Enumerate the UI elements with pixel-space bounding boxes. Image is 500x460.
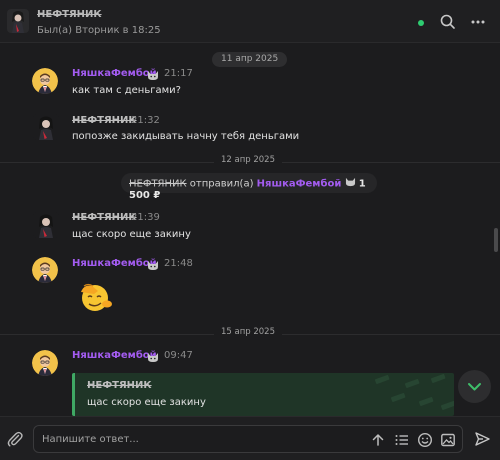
- message-list[interactable]: 11 апр 2025 НяшкаФембой 21:17 как там с …: [0, 44, 500, 416]
- divider: [282, 162, 500, 163]
- reply-author: НЕФТЯНИК: [87, 380, 152, 391]
- search-icon[interactable]: [439, 13, 457, 31]
- image-icon[interactable]: [440, 432, 456, 448]
- list-icon[interactable]: [394, 432, 410, 448]
- composer-bar: [0, 416, 500, 460]
- message-time: 21:39: [131, 212, 160, 223]
- message-time: 21:32: [131, 115, 160, 126]
- divider: [0, 334, 214, 335]
- last-seen-status: Был(а) Вторник в 18:25: [37, 25, 161, 36]
- message-author[interactable]: НяшкаФембой: [72, 350, 157, 361]
- message-author[interactable]: НяшкаФембой: [72, 258, 157, 269]
- date-pill: 11 апр 2025: [212, 52, 288, 67]
- cat-badge-icon: [345, 177, 356, 190]
- date-label: 15 апр 2025: [220, 327, 275, 337]
- message-author[interactable]: НЕФТЯНИК: [72, 212, 137, 223]
- emoji-icon[interactable]: [417, 432, 433, 448]
- transfer-verb: отправил(а): [189, 178, 254, 190]
- cat-badge-icon: [147, 260, 159, 271]
- divider: [0, 162, 214, 163]
- message-time: 09:47: [164, 350, 193, 361]
- cat-badge-icon: [147, 70, 159, 81]
- online-indicator: [418, 20, 424, 26]
- cat-badge-icon: [147, 352, 159, 363]
- message-text: попозже закидывать начну тебя деньгами: [72, 131, 300, 142]
- date-separator: 12 апр 2025: [0, 155, 500, 169]
- contact-avatar[interactable]: [7, 9, 29, 33]
- chat-header: НЕФТЯНИК Был(а) Вторник в 18:25: [0, 0, 500, 43]
- transfer-recipient[interactable]: НяшкаФембой: [257, 179, 342, 190]
- more-vertical-icon[interactable]: [469, 13, 487, 31]
- message-text: щас скоро еще закину: [72, 229, 191, 240]
- transfer-text: НЕФТЯНИК отправил(а) НяшкаФембой 1 500 ₽: [129, 177, 377, 201]
- avatar[interactable]: [32, 68, 58, 94]
- message-author[interactable]: НЕФТЯНИК: [72, 115, 137, 126]
- message-time: 21:17: [164, 68, 193, 79]
- message-input-box: [33, 425, 463, 453]
- message-input[interactable]: [42, 431, 362, 447]
- avatar[interactable]: [32, 350, 58, 376]
- message-time: 21:48: [164, 258, 193, 269]
- money-transfer-notice: НЕФТЯНИК отправил(а) НяшкаФембой 1 500 ₽: [121, 173, 377, 201]
- divider: [282, 334, 500, 335]
- date-label: 12 апр 2025: [220, 155, 275, 165]
- avatar[interactable]: [32, 257, 58, 283]
- reply-quote[interactable]: НЕФТЯНИК щас скоро еще закину: [72, 373, 454, 416]
- arrow-up-icon[interactable]: [370, 432, 386, 448]
- saluting-face-emoji: [78, 282, 116, 312]
- contact-name[interactable]: НЕФТЯНИК: [37, 9, 102, 20]
- send-icon[interactable]: [474, 431, 490, 447]
- avatar[interactable]: [33, 212, 59, 238]
- transfer-sender[interactable]: НЕФТЯНИК: [129, 179, 187, 190]
- paperclip-icon[interactable]: [6, 430, 24, 448]
- scrollbar-thumb[interactable]: [494, 228, 498, 252]
- date-separator: 15 апр 2025: [0, 327, 500, 341]
- message-author[interactable]: НяшкаФембой: [72, 68, 157, 79]
- message-text: как там с деньгами?: [72, 85, 181, 96]
- scroll-to-bottom-button[interactable]: [458, 370, 491, 403]
- avatar[interactable]: [33, 114, 59, 140]
- reply-text: щас скоро еще закину: [87, 397, 206, 408]
